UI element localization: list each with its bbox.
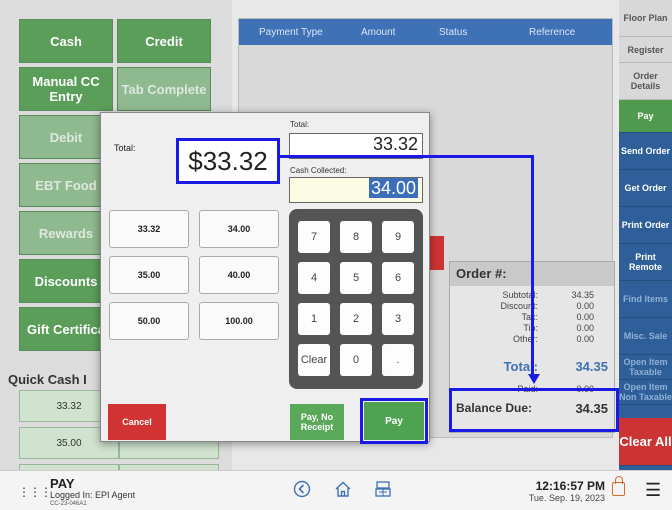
sidebar-button-print-remote[interactable]: Print Remote [619,244,672,281]
tender-button[interactable]: Cash [19,19,113,63]
dialog-total-amount: $33.32 [176,138,280,184]
column-status: Status [439,26,468,38]
apps-grid-icon[interactable]: ⋮⋮⋮ [18,485,52,499]
tender-button[interactable]: Debit [19,115,113,159]
keypad-key[interactable]: 3 [382,303,414,335]
tender-button[interactable]: Manual CC Entry [19,67,113,111]
tender-button[interactable]: Gift Certifica [19,307,113,351]
balance-due-highlight [449,388,619,432]
cash-payment-dialog: Total: $33.32 Total: 33.32 Cash Collecte… [100,112,430,444]
clock-time: 12:16:57 PM [535,479,605,493]
quick-amount-button[interactable]: 34.00 [199,210,279,248]
keypad-key[interactable]: 7 [298,221,330,253]
order-row-value: 34.35 [571,290,594,300]
sidebar-button-send-order[interactable]: Send Order [619,133,672,170]
mode-label: PAY [50,476,75,491]
quick-cash-title: Quick Cash I [8,372,87,387]
order-row-label: Tax: [521,312,538,322]
keypad-key[interactable]: 2 [340,303,372,335]
quick-amount-button[interactable]: 33.32 [109,210,189,248]
cancel-button[interactable]: Cancel [108,404,166,440]
sidebar-button-find-items[interactable]: Find Items [619,281,672,318]
tender-button[interactable]: Tab Complete [117,67,211,111]
terminal-id: CC-23-046A1 [50,501,87,507]
sidebar-button-open-item-non-taxable[interactable]: Open Item Non Taxable [619,380,672,405]
sidebar-button-clear-all[interactable]: Clear All [619,418,672,466]
column-amount: Amount [361,26,396,38]
order-row-value: 0.00 [576,301,594,311]
tender-button[interactable]: Discounts [19,259,113,303]
sidebar-button-print-order[interactable]: Print Order [619,207,672,244]
annotation-line-horizontal [278,155,532,158]
keypad-key[interactable]: Clear [298,344,330,376]
keypad-key[interactable]: 1 [298,303,330,335]
keypad-key[interactable]: 6 [382,262,414,294]
logged-in-label: Logged In: EPI Agent [50,490,136,500]
column-payment-type: Payment Type [259,26,323,38]
pay-no-receipt-button[interactable]: Pay, No Receipt [290,404,344,440]
dialog-total-label: Total: [114,143,136,153]
cash-collected-value: 34.00 [368,178,418,198]
tender-button[interactable]: Rewards [19,211,113,255]
order-row-value: 0.00 [576,334,594,344]
cash-collected-field[interactable]: 34.00 [289,177,423,203]
sidebar-button-register[interactable]: Register [619,37,672,63]
sidebar-button-order-details[interactable]: Order Details [619,63,672,100]
menu-icon[interactable]: ☰ [645,480,661,501]
quick-amount-button[interactable]: 100.00 [199,302,279,340]
keypad-key[interactable]: 4 [298,262,330,294]
keypad-key[interactable]: 0 [340,344,372,376]
sidebar-button-misc-sale[interactable]: Misc. Sale [619,318,672,355]
cash-collected-label: Cash Collected: [290,166,347,175]
annotation-line-vertical [531,155,534,377]
clock-date: Tue. Sep. 19, 2023 [528,493,605,503]
register-icon[interactable] [374,480,392,503]
quick-amount-button[interactable]: 50.00 [109,302,189,340]
sidebar-button-get-order[interactable]: Get Order [619,170,672,207]
sidebar-button-floor-plan[interactable]: Floor Plan [619,0,672,37]
red-indicator [428,236,444,270]
total-field-label: Total: [290,120,310,129]
pay-button[interactable]: Pay [360,398,428,444]
tender-button[interactable]: Credit [117,19,211,63]
keypad-key[interactable]: 9 [382,221,414,253]
quick-amount-button[interactable]: 35.00 [109,256,189,294]
lock-icon[interactable] [612,476,625,496]
keypad-key[interactable]: 5 [340,262,372,294]
order-row-value: 0.00 [576,323,594,333]
order-total-value: 34.35 [575,359,608,374]
tender-button[interactable]: EBT Food [19,163,113,207]
payments-table-header: Payment Type Amount Status Reference [239,19,612,45]
order-row-value: 0.00 [576,312,594,322]
back-icon[interactable] [293,480,311,503]
column-reference: Reference [529,26,576,38]
sidebar-button-pay[interactable]: Pay [619,100,672,133]
order-row-label: Other: [512,334,538,344]
keypad-key[interactable]: . [382,344,414,376]
action-sidebar: Floor Plan Register Order Details Pay Send O… [619,0,672,470]
numeric-keypad: 7 8 9 4 5 6 1 2 3 Clear 0. [289,209,423,389]
home-icon[interactable] [334,480,352,503]
keypad-key[interactable]: 8 [340,221,372,253]
annotation-arrowhead [528,374,540,384]
quick-amount-button[interactable]: 40.00 [199,256,279,294]
status-bar: ⋮⋮⋮ PAY Logged In: EPI Agent CC-23-046A1… [0,470,672,510]
sidebar-button-open-item-taxable[interactable]: Open Item Taxable [619,355,672,380]
